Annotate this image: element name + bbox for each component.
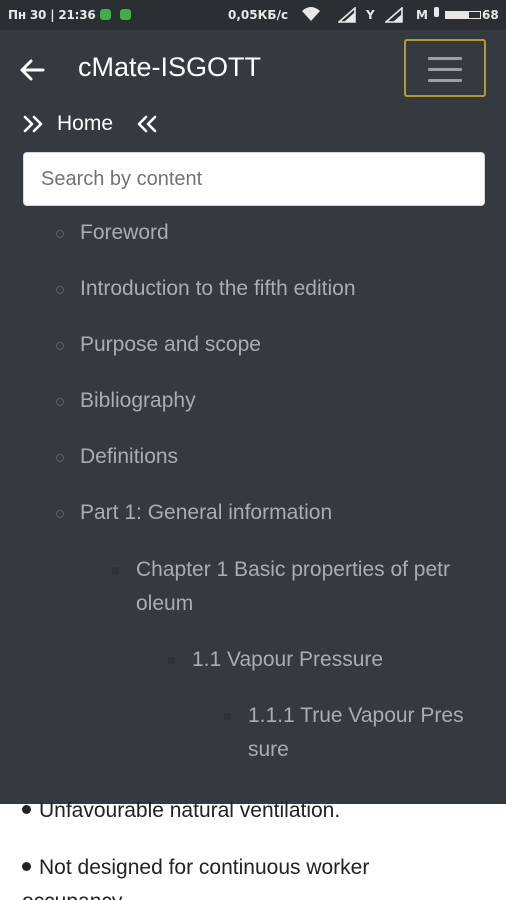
toc-item-label: Definitions: [80, 445, 179, 468]
carrier-label: Y: [366, 8, 375, 22]
toc-item[interactable]: Part 1: General information: [56, 496, 333, 530]
battery-icon: [445, 11, 481, 19]
toc-item-label: Bibliography: [80, 389, 196, 412]
app-title: cMate-ISGOTT: [78, 52, 262, 82]
circle-bullet-icon: [56, 230, 64, 238]
battery-fill: [446, 12, 470, 18]
circle-bullet-icon: [56, 286, 64, 294]
toc-item[interactable]: Bibliography: [56, 384, 196, 418]
bullet-icon: [22, 805, 31, 814]
search-input[interactable]: [23, 152, 485, 206]
double-chevron-left-icon: [137, 115, 157, 133]
toc-item-label: Purpose and scope: [80, 333, 261, 356]
notification-icon: [100, 9, 111, 20]
hamburger-icon: [428, 68, 462, 71]
signal-icon: [338, 7, 356, 23]
wifi-icon: [302, 7, 320, 21]
square-bullet-icon: [168, 657, 175, 664]
notification-icon: [120, 9, 131, 20]
signal-icon: [385, 7, 403, 23]
toc-item[interactable]: Purpose and scope: [56, 328, 261, 362]
toc-item-label: Part 1: General information: [80, 501, 333, 524]
menu-button[interactable]: [404, 39, 486, 97]
toc-item-label: Chapter 1 Basic properties of petr: [136, 558, 450, 581]
toc-item-label: Introduction to the fifth edition: [80, 277, 356, 300]
list-item-continuation: occupancy.: [22, 890, 127, 900]
status-bar: Пн 30 | 21:36 0,05КБ/с Y M 68: [0, 0, 506, 30]
mic-icon: [434, 7, 439, 17]
toc-item-label: Foreword: [80, 221, 169, 244]
toc-item[interactable]: 1.1 Vapour Pressure: [168, 643, 384, 677]
back-button[interactable]: [14, 54, 54, 86]
toc-item-label: oleum: [136, 592, 194, 615]
arrow-left-icon: [20, 59, 45, 81]
toc-item[interactable]: Introduction to the fifth edition: [56, 272, 356, 306]
list-item-text: Unfavourable natural ventilation.: [39, 799, 341, 822]
network-speed: 0,05КБ/с: [228, 8, 289, 22]
toc-item[interactable]: 1.1.1 True Vapour Pres sure: [224, 699, 464, 767]
toc-item-label: 1.1 Vapour Pressure: [192, 648, 384, 671]
list-item: Unfavourable natural ventilation.: [22, 799, 340, 823]
square-bullet-icon: [112, 567, 119, 574]
carrier-label: M: [416, 8, 428, 22]
navigation-panel: cMate-ISGOTT Home Foreword Introduction …: [0, 30, 506, 804]
status-time: Пн 30 | 21:36: [8, 8, 96, 22]
bullet-icon: [22, 862, 31, 871]
toc-item-label: 1.1.1 True Vapour Pres: [248, 704, 464, 727]
list-item: Not designed for continuous worker: [22, 856, 369, 880]
breadcrumb-home[interactable]: Home: [57, 112, 113, 136]
circle-bullet-icon: [56, 342, 64, 350]
list-item-text: Not designed for continuous worker: [39, 856, 370, 879]
double-chevron-right-icon: [23, 115, 43, 133]
toc-item[interactable]: Chapter 1 Basic properties of petr oleum: [112, 553, 450, 621]
hamburger-icon: [428, 57, 462, 60]
circle-bullet-icon: [56, 398, 64, 406]
hamburger-icon: [428, 79, 462, 82]
circle-bullet-icon: [56, 454, 64, 462]
circle-bullet-icon: [56, 510, 64, 518]
battery-level: 68: [482, 8, 499, 22]
toc-item-label: sure: [248, 738, 289, 761]
toc-item[interactable]: Definitions: [56, 440, 179, 474]
toc-item[interactable]: Foreword: [56, 216, 169, 250]
square-bullet-icon: [224, 713, 231, 720]
